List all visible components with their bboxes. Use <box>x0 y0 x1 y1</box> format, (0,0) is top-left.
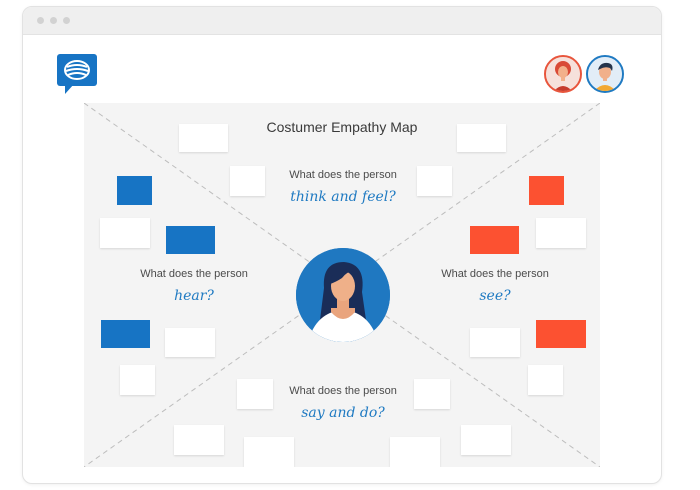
window-close-icon[interactable] <box>37 17 44 24</box>
sticky-note[interactable] <box>390 437 440 467</box>
sticky-note-blue[interactable] <box>101 320 150 348</box>
map-title: Costumer Empathy Map <box>266 119 418 135</box>
left-highlight: hear? <box>174 288 214 304</box>
window-maximize-icon[interactable] <box>63 17 70 24</box>
sticky-note[interactable] <box>179 124 228 152</box>
bottom-highlight: say and do? <box>301 405 385 421</box>
sticky-note-red[interactable] <box>536 320 586 348</box>
man-avatar-icon[interactable] <box>586 55 624 93</box>
sticky-note-blue[interactable] <box>117 176 152 205</box>
sticky-note[interactable] <box>470 328 520 357</box>
persona-woman-icon <box>296 248 390 342</box>
top-question: What does the person <box>289 169 397 181</box>
woman-avatar-icon[interactable] <box>544 55 582 93</box>
sticky-note[interactable] <box>120 365 155 395</box>
sticky-note-red[interactable] <box>529 176 564 205</box>
sticky-note[interactable] <box>461 425 511 455</box>
chat-bubble-logo-icon[interactable] <box>57 54 97 96</box>
right-question: What does the person <box>441 268 549 280</box>
sticky-note-blue[interactable] <box>166 226 215 254</box>
sticky-note[interactable] <box>174 425 224 455</box>
sticky-note[interactable] <box>536 218 586 248</box>
empathy-map-board: Costumer Empathy Map What does the perso… <box>84 103 600 467</box>
bottom-question: What does the person <box>289 385 397 397</box>
sticky-note[interactable] <box>414 379 450 409</box>
window-titlebar <box>23 7 661 35</box>
right-highlight: see? <box>479 288 511 304</box>
left-question: What does the person <box>140 268 248 280</box>
sticky-note[interactable] <box>244 437 294 467</box>
sticky-note-red[interactable] <box>470 226 519 254</box>
sticky-note[interactable] <box>528 365 563 395</box>
app-window: Costumer Empathy Map What does the perso… <box>22 6 662 484</box>
sticky-note[interactable] <box>237 379 273 409</box>
sticky-note[interactable] <box>100 218 150 248</box>
sticky-note[interactable] <box>457 124 506 152</box>
sticky-note[interactable] <box>230 166 265 196</box>
top-highlight: think and feel? <box>290 189 396 205</box>
sticky-note[interactable] <box>165 328 215 357</box>
sticky-note[interactable] <box>417 166 452 196</box>
window-minimize-icon[interactable] <box>50 17 57 24</box>
